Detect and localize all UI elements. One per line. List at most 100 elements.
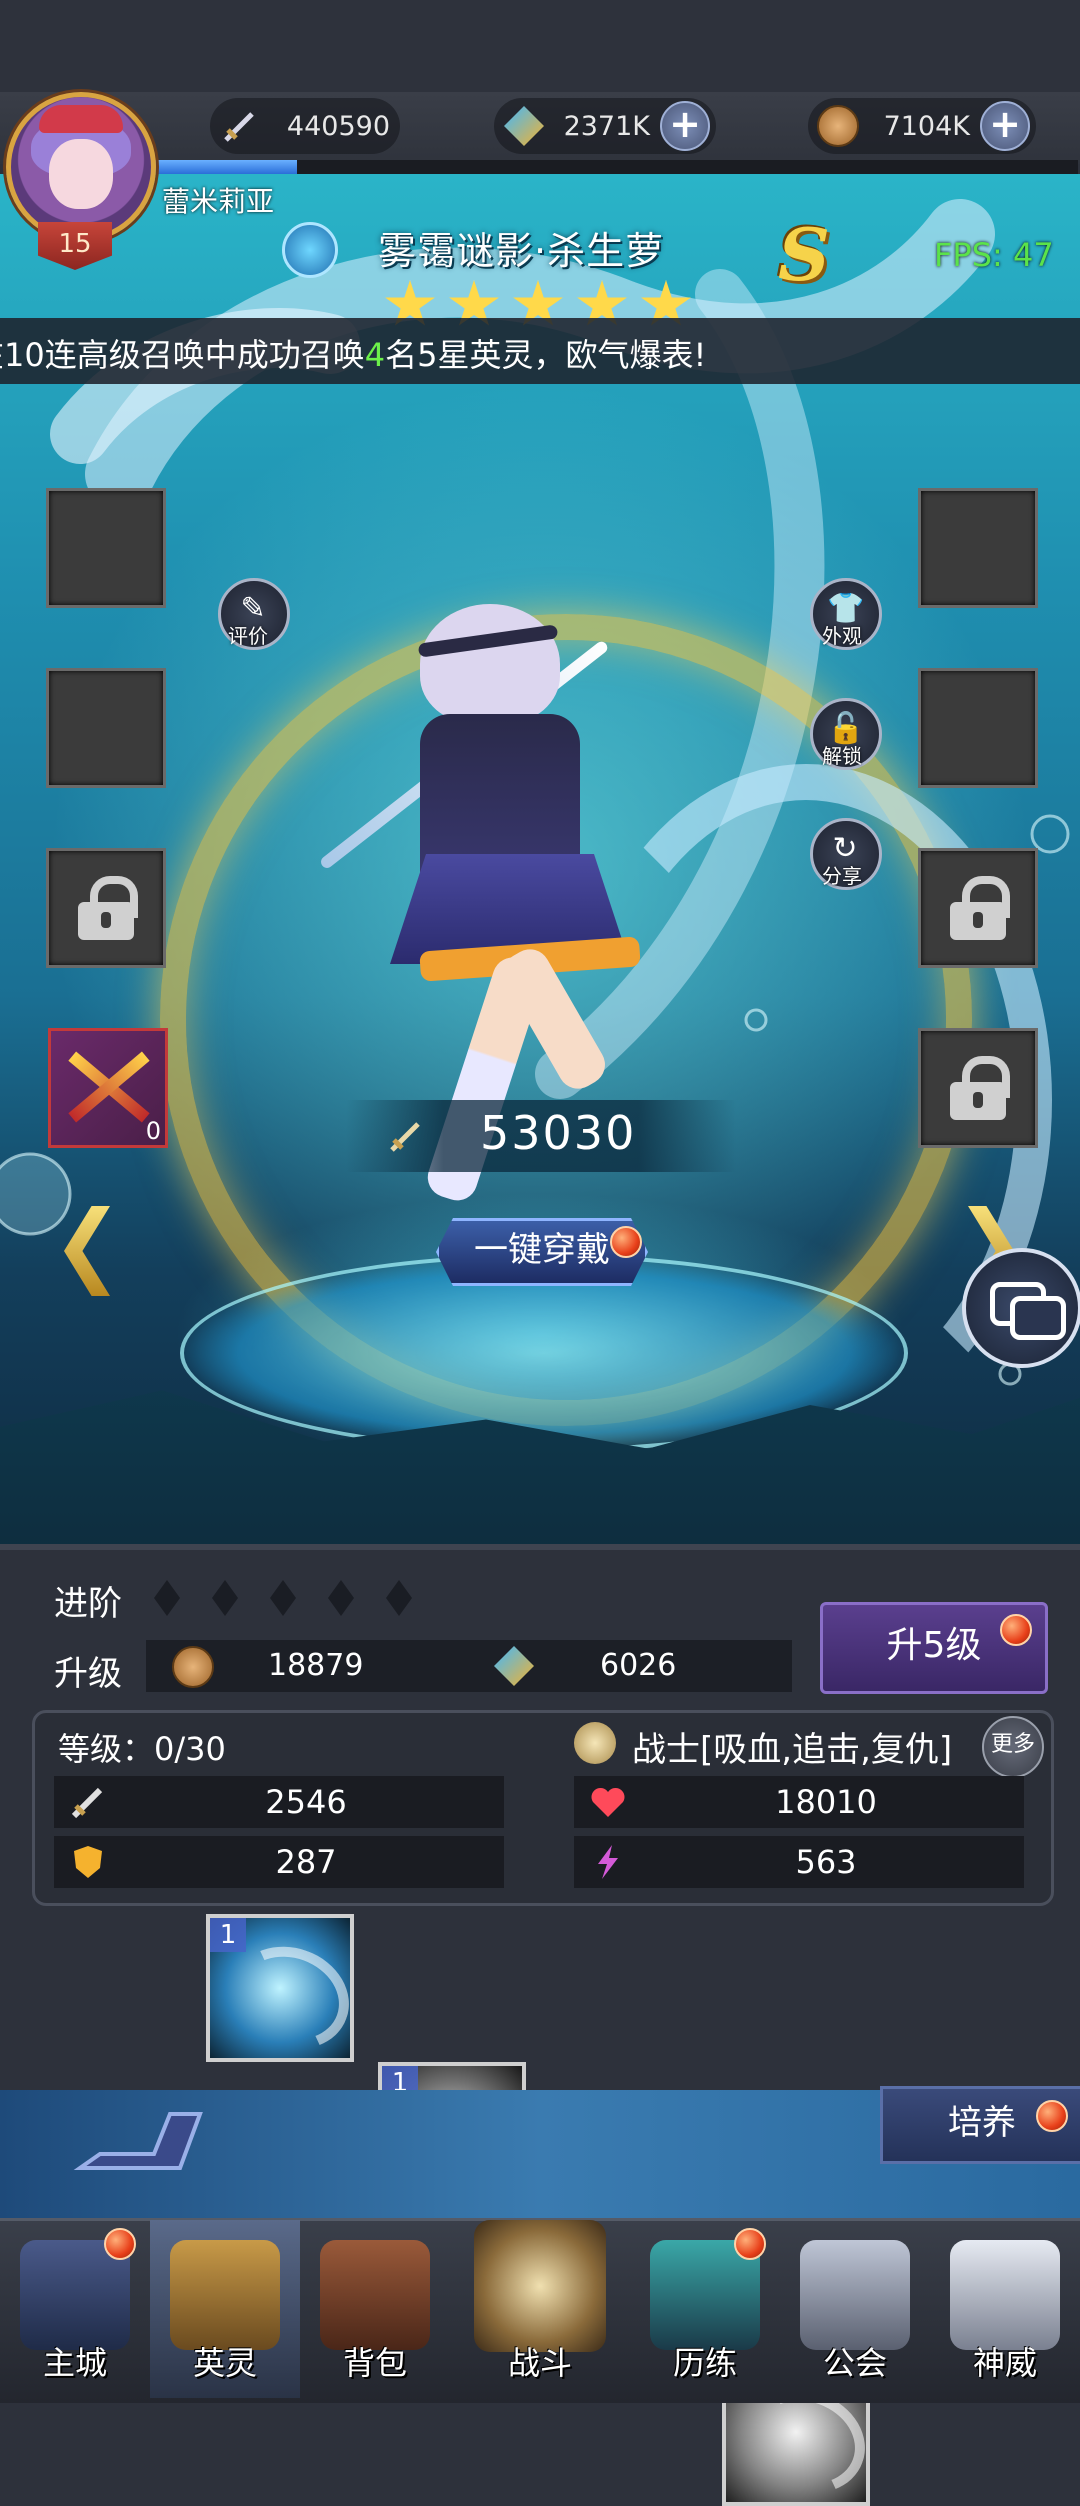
equip-slot-locked[interactable] [918, 848, 1038, 968]
nav-backpack[interactable]: 背包 [300, 2220, 450, 2398]
equip-slot-locked[interactable] [918, 1028, 1038, 1148]
gem-icon [502, 104, 546, 148]
nav-trials[interactable]: 历练 [630, 2220, 780, 2398]
wear-all-reddot [610, 1226, 642, 1258]
gold-resource: 7104K + [808, 98, 1036, 154]
add-gold-button[interactable]: + [980, 101, 1030, 151]
water-element-icon [282, 222, 338, 278]
advance-pip [212, 1580, 238, 1616]
back-arrow-icon[interactable] [70, 2104, 210, 2178]
avatar-face [49, 139, 113, 209]
sword-icon [71, 1787, 103, 1819]
backpack-icon [320, 2240, 430, 2350]
lock-icon [950, 1056, 1010, 1120]
equip-slot-1[interactable] [46, 488, 166, 608]
nav-label: 神威 [972, 2344, 1037, 2382]
weapon-slot[interactable]: 0 [48, 1028, 168, 1148]
advance-pip [328, 1580, 354, 1616]
equip-slot-locked[interactable] [46, 848, 166, 968]
nav-reddot [104, 2228, 136, 2260]
hero-hair [420, 604, 560, 724]
upgrade-gold-cost: 18879 [268, 1648, 364, 1683]
nav-main-city[interactable]: 主城 [0, 2220, 150, 2398]
hero-class-text: 战士[吸血,追击,复仇] [632, 1730, 953, 1770]
warrior-class-icon [574, 1722, 616, 1764]
hero-title: 雾霭谜影·杀生萝 [378, 229, 665, 273]
nav-label: 背包 [342, 2344, 407, 2382]
upgrade-reddot [1000, 1614, 1032, 1646]
equip-slot-2[interactable] [46, 668, 166, 788]
appearance-label: 外观 [822, 624, 862, 648]
upgrade-cost-bar [146, 1640, 792, 1692]
announcement-marquee: 在10连高级召唤中成功召唤4名5星英灵，欧气爆表! [0, 318, 1080, 384]
power-resource: 440590 [210, 98, 400, 154]
player-avatar[interactable] [6, 92, 156, 242]
chat-bubble-icon [1010, 1296, 1066, 1340]
marquee-count: 4 [364, 336, 386, 374]
gem-value: 2371K [563, 110, 650, 142]
attack-stat: 2546 [54, 1776, 504, 1828]
exp-bar-fill [148, 160, 297, 174]
advance-pips [154, 1580, 412, 1616]
share-label: 分享 [822, 864, 862, 888]
weapon-count: 0 [145, 1117, 161, 1145]
hero-rank: S [778, 212, 830, 297]
defense-value: 287 [275, 1843, 337, 1881]
nav-label: 战斗 [507, 2344, 572, 2382]
player-name: 蕾米莉亚 [162, 185, 275, 218]
hero-level-text: 等级：0/30 [58, 1730, 226, 1768]
advance-pip [386, 1580, 412, 1616]
lock-icon [78, 876, 138, 940]
sword-icon [218, 104, 262, 148]
marquee-text: 在10连高级召唤中成功召唤4名5星英灵，欧气爆表! [0, 330, 706, 376]
rate-label: 评价 [228, 624, 268, 648]
equip-slot-4[interactable] [918, 668, 1038, 788]
gem-resource: 2371K + [494, 98, 716, 154]
marquee-pre: 在10连高级召唤中成功召唤 [0, 336, 365, 374]
lightning-icon [598, 1845, 618, 1879]
coin-icon [172, 1646, 214, 1688]
advance-pip [270, 1580, 296, 1616]
fps-counter: FPS: 47 [934, 236, 1054, 274]
advance-pip [154, 1580, 180, 1616]
hp-stat: 18010 [574, 1776, 1024, 1828]
nav-label: 历练 [672, 2344, 737, 2382]
nav-label: 主城 [42, 2344, 107, 2382]
attack-value: 2546 [265, 1783, 347, 1821]
status-bar [0, 0, 1080, 92]
nav-reddot [734, 2228, 766, 2260]
avatar-hat [39, 105, 123, 133]
battle-icon [474, 2220, 606, 2352]
hp-value: 18010 [775, 1783, 877, 1821]
speed-stat: 563 [574, 1836, 1024, 1888]
shield-icon [74, 1846, 102, 1878]
nav-battle[interactable]: 战斗 [450, 2200, 630, 2398]
power-value: 440590 [286, 110, 390, 142]
skill-level: 1 [210, 1918, 246, 1952]
lock-icon [950, 876, 1010, 940]
marquee-post: 名5星英灵，欧气爆表! [385, 336, 707, 374]
nav-divine[interactable]: 神威 [930, 2220, 1080, 2398]
gold-value: 7104K [883, 110, 970, 142]
more-button[interactable]: 更多 [982, 1716, 1044, 1778]
defense-stat: 287 [54, 1836, 504, 1888]
add-gem-button[interactable]: + [660, 101, 710, 151]
nav-label: 英灵 [192, 2344, 257, 2382]
advance-label: 进阶 [54, 1584, 122, 1624]
upgrade-gem-cost: 6026 [600, 1648, 677, 1683]
helmet-icon [170, 2240, 280, 2350]
unlock-label: 解锁 [822, 744, 862, 768]
ice-claw-icon[interactable]: 1 [206, 1914, 354, 2062]
guild-icon [800, 2240, 910, 2350]
nav-label: 公会 [822, 2344, 887, 2382]
hero-power-value: 53030 [480, 1106, 637, 1160]
sword-icon [390, 1122, 420, 1152]
train-reddot [1036, 2100, 1068, 2132]
upgrade-label: 升级 [54, 1654, 122, 1694]
nav-heroes[interactable]: 英灵 [150, 2220, 300, 2398]
nav-guild[interactable]: 公会 [780, 2220, 930, 2398]
equip-slot-3[interactable] [918, 488, 1038, 608]
chat-button[interactable] [962, 1248, 1080, 1368]
coin-icon [816, 104, 860, 148]
heart-icon [591, 1787, 625, 1817]
